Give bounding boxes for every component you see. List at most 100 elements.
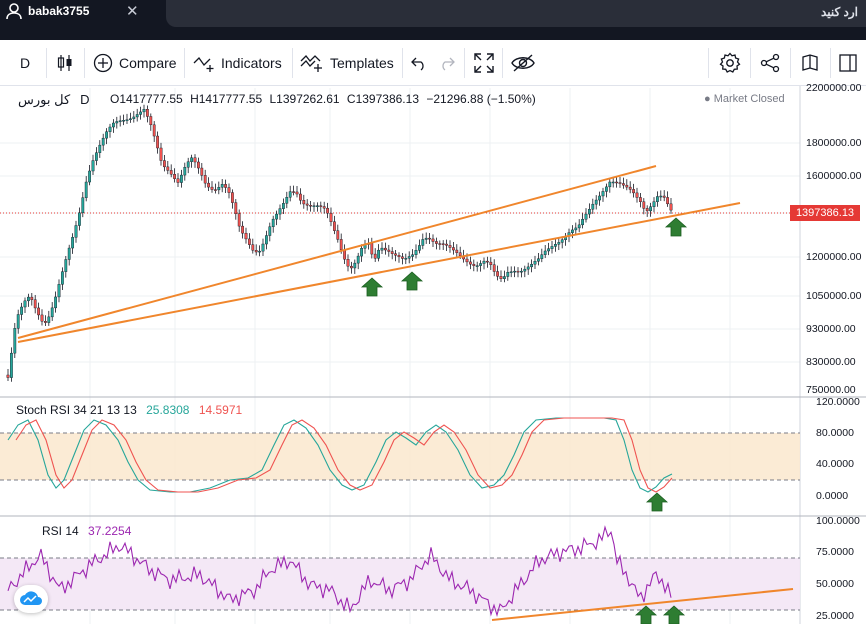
candle-body [428, 237, 431, 240]
candle-body [210, 186, 214, 190]
candle-body [13, 328, 17, 354]
candle-body [268, 226, 272, 236]
stoch-tick: 80.0000 [816, 427, 854, 439]
share-button[interactable] [760, 40, 786, 85]
share-icon [760, 53, 780, 72]
candle-body [571, 229, 574, 233]
candle-body [380, 247, 384, 251]
chart-type-button[interactable] [56, 40, 80, 85]
gear-icon [719, 52, 741, 73]
trend-line-upper[interactable] [17, 165, 657, 339]
user-menu[interactable]: babak3755 [6, 0, 89, 22]
candle-body [547, 248, 551, 252]
candle-body [445, 243, 448, 246]
candle-body [125, 119, 129, 121]
stoch-title[interactable]: Stoch RSI 34 21 13 13 [16, 403, 137, 417]
candle-body [309, 205, 312, 207]
last-price-label: 1397386.13 [790, 205, 860, 221]
candle-body [397, 255, 401, 257]
candle-body [601, 191, 605, 197]
market-status-label: Market Closed [713, 93, 785, 105]
close-value: C1397386.13 [346, 92, 419, 106]
price-tick: 830000.00 [806, 356, 856, 368]
candle-body [431, 238, 435, 242]
candle-body [275, 213, 278, 220]
candle-body [469, 261, 472, 265]
candle-body [37, 307, 41, 316]
main-grid [0, 88, 800, 624]
user-icon [6, 3, 22, 20]
candle-body [149, 116, 153, 126]
candle-body [608, 181, 612, 188]
candle-body [292, 191, 295, 193]
rsi-legend: RSI 14 37.2254 [42, 524, 131, 538]
candle-body [101, 137, 105, 146]
candle-body [492, 264, 496, 272]
ohlc-values: O1417777.55 H1417777.55 L1397262.61 C139… [110, 92, 540, 106]
candle-body [251, 244, 255, 251]
candle-body [326, 207, 329, 214]
templates-button[interactable]: Templates [300, 40, 394, 85]
candle-body [128, 118, 132, 120]
candle-body [9, 352, 13, 378]
candle-body [584, 213, 588, 220]
candle-body [360, 248, 363, 257]
eye-off-icon [511, 53, 535, 72]
price-tick: 1600000.00 [806, 170, 862, 182]
candle-body [152, 124, 156, 137]
settings-button[interactable] [719, 40, 747, 85]
candle-body [377, 249, 380, 259]
candle-body [156, 135, 159, 149]
hide-drawings-button[interactable] [510, 40, 542, 85]
candle-body [305, 203, 309, 206]
candle-body [435, 241, 438, 244]
redo-button[interactable] [438, 40, 462, 85]
candle-body [506, 272, 510, 277]
candle-body [496, 271, 499, 277]
candle-body [285, 197, 289, 204]
candle-body [217, 187, 221, 191]
stoch-tick: 120.0000 [816, 396, 860, 408]
candle-body [111, 122, 115, 128]
search-input[interactable]: ارد کنید [166, 0, 866, 27]
candle-body [271, 218, 275, 227]
candle-body [452, 247, 455, 251]
candle-body [373, 253, 377, 259]
snapshot-button[interactable] [800, 40, 826, 85]
candle-body [329, 212, 333, 222]
candle-body [67, 247, 71, 260]
candle-body [588, 208, 591, 215]
book-icon [802, 53, 818, 71]
candle-body [71, 237, 75, 249]
undo-button[interactable] [410, 40, 434, 85]
candle-body [241, 225, 244, 234]
symbol-interval: D [80, 92, 90, 107]
candle-body [411, 254, 414, 257]
candle-body [618, 182, 622, 184]
indicators-button[interactable]: Indicators [193, 40, 282, 85]
candle-body [183, 167, 187, 176]
candle-body [489, 261, 493, 265]
candle-body [438, 243, 442, 245]
symbol-name[interactable]: کل بورس [18, 92, 70, 107]
candle-body [537, 258, 540, 262]
interval-button[interactable]: D [20, 40, 30, 85]
chart-toolbar: D Compare Indicators Templates [0, 40, 866, 86]
candle-body [81, 197, 85, 214]
compare-button[interactable]: Compare [93, 40, 177, 85]
chart-canvas[interactable] [0, 86, 866, 624]
undo-icon [411, 57, 424, 71]
interval-label: D [20, 54, 31, 71]
panel-toggle-button[interactable] [838, 40, 864, 85]
trend-line-lower[interactable] [17, 202, 741, 343]
rsi-title[interactable]: RSI 14 [42, 524, 79, 538]
candle-body [448, 245, 452, 248]
candle-body [288, 191, 292, 198]
high-value: H1417777.55 [190, 92, 263, 106]
candle-body [652, 201, 656, 207]
fullscreen-button[interactable] [473, 40, 501, 85]
stoch-tick: 40.0000 [816, 458, 854, 470]
candle-body [316, 205, 319, 207]
tradingview-logo[interactable] [14, 585, 48, 613]
close-icon[interactable]: ✕ [126, 2, 139, 20]
